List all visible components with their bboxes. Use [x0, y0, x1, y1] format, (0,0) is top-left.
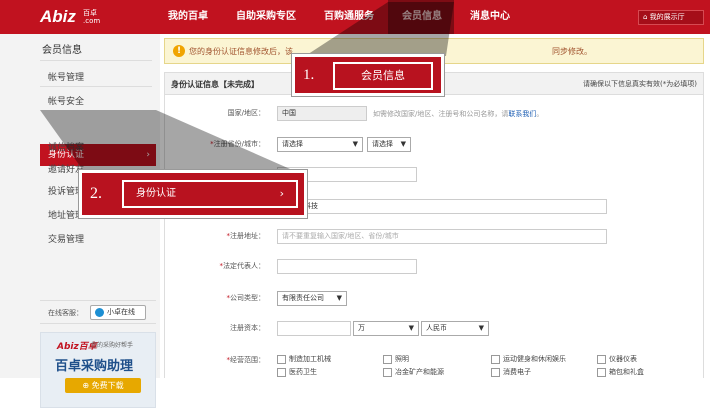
step-number: 2.: [90, 185, 102, 202]
callout-member-info-button[interactable]: 会员信息: [333, 62, 433, 90]
step-number: 1.: [303, 67, 315, 83]
overlay-wedge-1: [296, 2, 454, 62]
download-icon: ⊕: [82, 381, 90, 390]
callout-identity-button[interactable]: 身份认证 ›: [122, 180, 298, 208]
free-download-button[interactable]: ⊕ 免费下载: [65, 378, 141, 393]
callout-step-2: 2. 身份认证 ›: [79, 170, 307, 218]
callout-step-1: 1. 会员信息: [292, 54, 444, 96]
chevron-right-icon: ›: [279, 187, 284, 200]
